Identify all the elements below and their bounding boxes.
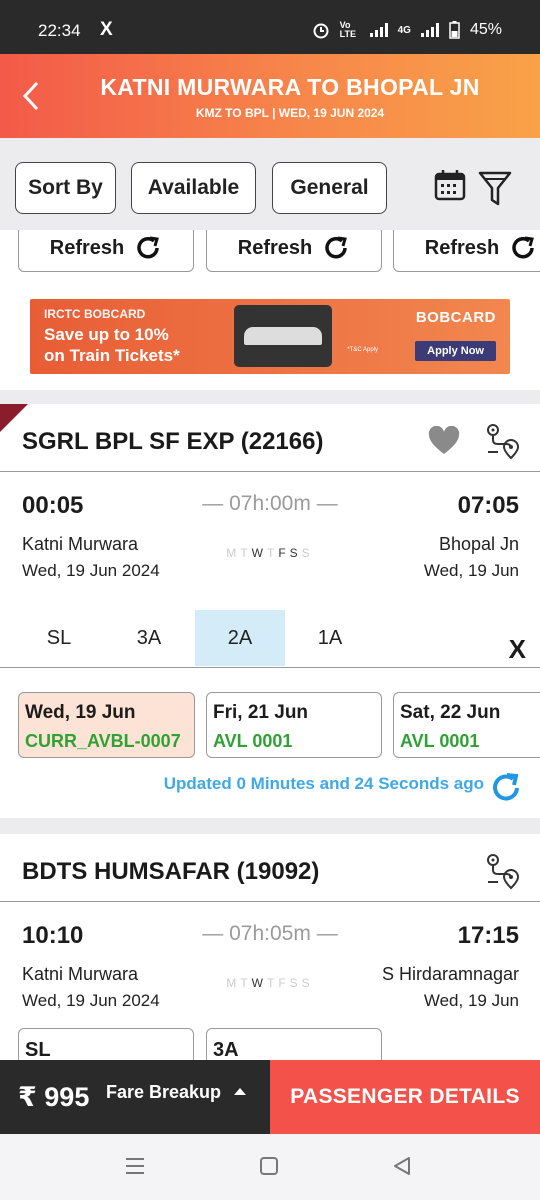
class-card[interactable]: 3A [206,1028,382,1060]
availability-date: Fri, 21 Jun [213,702,309,723]
refresh-label: Refresh [424,236,500,259]
to-station: Bhopal Jn [438,534,519,554]
departure-time: 00:05 [22,492,84,519]
route-title: KATNI MURWARA TO BHOPAL JN [100,74,480,100]
refresh-button[interactable]: Refresh [18,230,194,272]
availability-status: AVL 0001 [400,731,480,751]
battery-icon [449,21,460,39]
class-tab-1a[interactable]: 1A [285,610,375,666]
availability-date: Wed, 19 Jun [25,702,136,723]
arrival-time: 07:05 [457,492,519,519]
to-station: S Hirdaramnagar [381,964,519,984]
class-tab-2a[interactable]: 2A [195,610,285,666]
home-icon[interactable] [259,1156,279,1176]
status-time: 22:34 [38,21,81,40]
refresh-availability-icon[interactable] [488,770,524,806]
banner-brand: BOBCARD [415,309,496,326]
refresh-banner-section: Refresh Refresh Refresh IRCTC BOBCARD Sa… [0,230,540,390]
app-header: KATNI MURWARA TO BHOPAL JN KMZ TO BPL | … [0,54,540,138]
recent-apps-icon[interactable] [124,1156,146,1176]
divider [0,901,540,902]
journey-duration: — 07h:05m — [202,922,338,945]
calendar-icon[interactable] [433,168,467,202]
train-name: BDTS HUMSAFAR (19092) [22,858,320,885]
credit-card-image [234,305,332,367]
signal-2-icon [420,23,439,37]
from-station: Katni Murwara [22,534,139,554]
bobcard-promo-banner[interactable]: IRCTC BOBCARD Save up to 10% on Train Ti… [30,299,510,374]
status-bar: 22:34 X Vo LTE 4G 45% [0,0,540,54]
availability-date: Sat, 22 Jun [400,702,501,723]
class-card[interactable]: SL [18,1028,194,1060]
fare-breakup-button[interactable]: Fare Breakup [106,1082,221,1103]
running-days: MTWTFSS [226,546,314,560]
general-quota-button[interactable]: General [272,162,387,214]
availability-status: CURR_AVBL-0007 [25,731,181,751]
refresh-button[interactable]: Refresh [393,230,540,272]
arrival-date: Wed, 19 Jun [423,991,519,1010]
apply-now-button[interactable]: Apply Now [415,341,496,361]
arrival-time: 17:15 [457,922,519,949]
divider [0,471,540,472]
back-nav-icon[interactable] [392,1156,412,1176]
sort-by-button[interactable]: Sort By [15,162,116,214]
heart-icon[interactable] [428,426,460,456]
caret-up-icon[interactable] [234,1088,246,1095]
battery-percent: 45% [469,21,502,38]
x-app-icon: X [100,19,113,40]
train-card[interactable]: SGRL BPL SF EXP (22166) 00:05 — 07h:00m … [0,404,540,818]
funnel-icon[interactable] [478,170,512,208]
refresh-button[interactable]: Refresh [206,230,382,272]
availability-status: AVL 0001 [213,731,293,751]
route-map-icon[interactable] [484,852,520,890]
divider [0,667,540,668]
available-button[interactable]: Available [131,162,256,214]
close-classes-button[interactable]: X [509,634,526,665]
refresh-icon [512,236,535,259]
departure-date: Wed, 19 Jun 2024 [22,991,160,1010]
refresh-icon [325,236,348,259]
refresh-icon [137,236,160,259]
journey-duration: — 07h:00m — [202,492,338,515]
banner-tc: *T&C Apply [347,347,378,353]
passenger-details-button[interactable]: PASSENGER DETAILS [270,1060,540,1134]
bottom-action-bar: ₹ 995 Fare Breakup PASSENGER DETAILS [0,1060,540,1134]
train-name: SGRL BPL SF EXP (22166) [22,428,324,455]
refresh-label: Refresh [237,236,313,259]
departure-time: 10:10 [22,922,84,949]
class-label: 3A [213,1039,239,1060]
banner-line3: on Train Tickets* [44,346,180,365]
volte-label: Vo LTE [339,20,356,39]
network-label: 4G [397,24,411,36]
updated-timestamp: Updated 0 Minutes and 24 Seconds ago [163,774,484,793]
banner-line2: Save up to 10% [44,325,169,344]
availability-date-card[interactable]: Wed, 19 Jun CURR_AVBL-0007 [18,692,195,758]
class-tab-3a[interactable]: 3A [104,610,194,666]
availability-date-card[interactable]: Fri, 21 Jun AVL 0001 [206,692,382,758]
availability-date-card[interactable]: Sat, 22 Jun AVL 0001 [393,692,540,758]
filter-bar: Sort By Available General [0,138,540,230]
from-station: Katni Murwara [22,964,139,984]
refresh-label: Refresh [49,236,125,259]
arrival-date: Wed, 19 Jun [423,561,519,580]
class-tab-sl[interactable]: SL [14,610,104,666]
class-label: SL [25,1039,51,1060]
running-days: MTWTFSS [226,976,314,990]
banner-line1: IRCTC BOBCARD [44,307,146,321]
signal-icon [369,23,388,37]
status-icons: Vo LTE 4G 45% [312,21,502,39]
train-card[interactable]: BDTS HUMSAFAR (19092) 10:10 — 07h:05m — … [0,834,540,1060]
system-nav-bar [0,1134,540,1200]
departure-date: Wed, 19 Jun 2024 [22,561,160,580]
total-fare: ₹ 995 [18,1082,90,1112]
route-map-icon[interactable] [484,422,520,460]
route-subtitle: KMZ TO BPL | WED, 19 JUN 2024 [195,106,385,120]
alarm-icon [313,23,329,39]
